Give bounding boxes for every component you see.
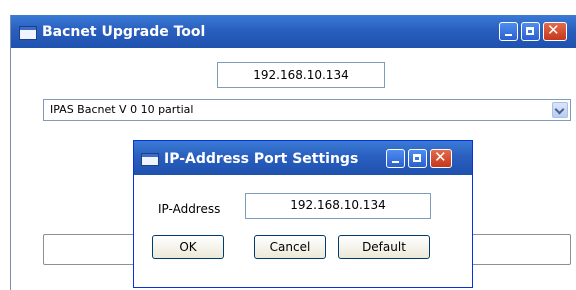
version-select[interactable]: IPAS Bacnet V 0 10 partial	[43, 99, 571, 121]
ip-address-field[interactable]: 192.168.10.134	[217, 62, 385, 88]
close-icon: ✕	[434, 148, 447, 166]
close-button[interactable]: ✕	[543, 21, 567, 41]
ok-button[interactable]: OK	[152, 235, 224, 259]
chevron-down-icon	[554, 104, 565, 115]
dialog-app-icon	[141, 153, 159, 166]
ip-settings-dialog: IP-Address Port Settings ✕ IP-Address 19…	[133, 140, 473, 288]
maximize-icon	[413, 154, 421, 162]
maximize-button[interactable]	[521, 22, 540, 41]
dropdown-arrow-button[interactable]	[552, 102, 568, 118]
dialog-body: IP-Address 192.168.10.134 OK Cancel Defa…	[134, 175, 472, 287]
dialog-close-button[interactable]: ✕	[430, 148, 452, 168]
dialog-ip-input[interactable]: 192.168.10.134	[245, 193, 431, 219]
minimize-icon	[505, 34, 512, 36]
maximize-icon	[526, 27, 534, 35]
main-titlebar[interactable]: Bacnet Upgrade Tool ✕	[11, 15, 576, 48]
minimize-button[interactable]	[499, 22, 518, 41]
minimize-icon	[392, 161, 399, 163]
app-icon	[19, 26, 37, 40]
close-icon: ✕	[547, 21, 560, 39]
window-title: Bacnet Upgrade Tool	[42, 24, 206, 40]
version-select-value: IPAS Bacnet V 0 10 partial	[50, 103, 194, 116]
dialog-maximize-button[interactable]	[408, 149, 427, 168]
dialog-title: IP-Address Port Settings	[164, 151, 359, 167]
dialog-minimize-button[interactable]	[386, 149, 405, 168]
default-button[interactable]: Default	[338, 235, 430, 259]
cancel-button[interactable]: Cancel	[254, 235, 326, 259]
ip-address-label: IP-Address	[158, 202, 221, 216]
dialog-titlebar[interactable]: IP-Address Port Settings ✕	[134, 141, 472, 175]
